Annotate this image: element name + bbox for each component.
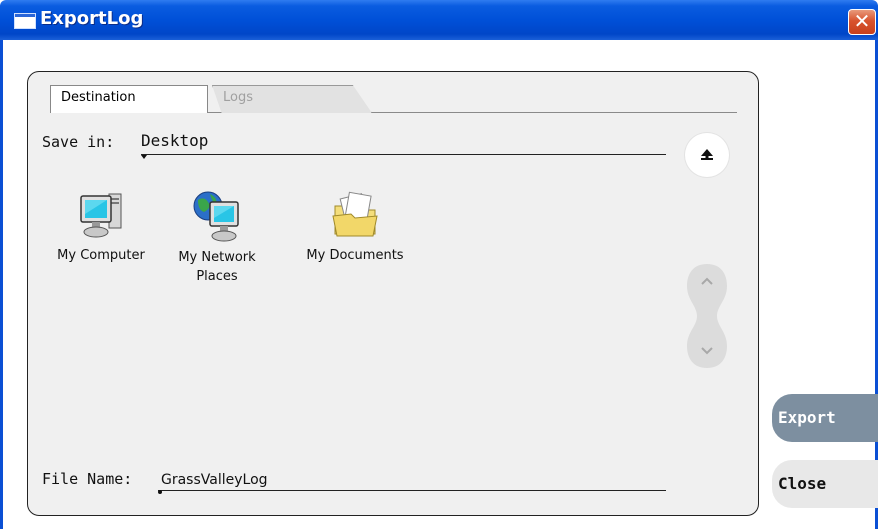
save-in-label: Save in: bbox=[42, 133, 115, 151]
file-name-input[interactable] bbox=[158, 469, 666, 491]
tab-destination[interactable]: Destination bbox=[50, 85, 208, 113]
window-title: ExportLog bbox=[40, 8, 144, 29]
window-close-button[interactable]: ✕ bbox=[848, 9, 876, 35]
save-in-dropdown[interactable]: Desktop bbox=[141, 131, 208, 150]
up-arrow-icon bbox=[701, 149, 713, 160]
save-in-underline bbox=[141, 154, 666, 155]
title-bar: ExportLog ✕ bbox=[0, 0, 878, 40]
export-button[interactable]: Export bbox=[772, 394, 878, 442]
tab-logs[interactable]: Logs bbox=[212, 85, 372, 113]
file-name-label: File Name: bbox=[42, 470, 133, 488]
close-button[interactable]: Close bbox=[772, 460, 878, 508]
dropdown-arrow-icon[interactable] bbox=[141, 155, 147, 159]
file-item-my-network-places[interactable]: My Network Places bbox=[172, 190, 262, 286]
window-frame-left bbox=[0, 40, 3, 529]
window-icon bbox=[14, 13, 36, 29]
documents-folder-icon bbox=[332, 191, 378, 237]
up-folder-button[interactable] bbox=[685, 133, 729, 177]
export-panel: Logs Destination Save in: Desktop My Com… bbox=[27, 71, 759, 516]
file-item-label: My Network Places bbox=[178, 250, 256, 284]
file-item-my-documents[interactable]: My Documents bbox=[290, 190, 420, 265]
network-places-icon bbox=[193, 191, 239, 242]
file-item-label: My Documents bbox=[306, 248, 404, 263]
scroll-control[interactable] bbox=[683, 262, 731, 370]
file-item-label: My Computer bbox=[57, 248, 145, 263]
file-item-my-computer[interactable]: My Computer bbox=[46, 190, 156, 265]
computer-icon bbox=[80, 193, 122, 238]
input-cursor-marker bbox=[158, 490, 162, 494]
